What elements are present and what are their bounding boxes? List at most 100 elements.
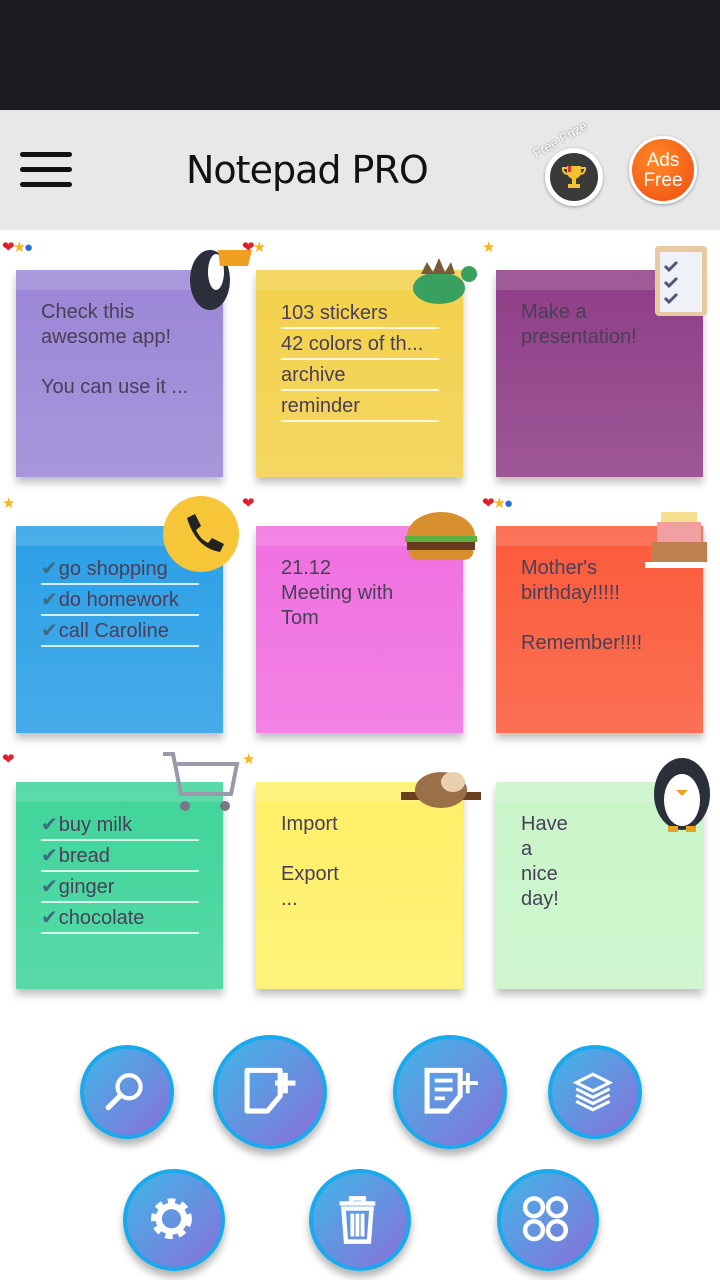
note-line: a [521, 837, 703, 862]
note-line: Meeting with [281, 581, 463, 606]
note-text: 42 colors of th... [281, 333, 424, 355]
note-text: go shopping [58, 558, 168, 580]
clipboard-sticker-icon [651, 240, 711, 325]
note-text: You can use it ... [41, 376, 189, 398]
layers-icon [572, 1072, 614, 1112]
check-icon: ✔ [41, 876, 58, 898]
note-text: Export [281, 863, 339, 885]
note-line: nice [521, 862, 703, 887]
note-text: birthday!!!!! [521, 582, 620, 604]
trash-icon [339, 1196, 376, 1244]
note-badges: ❤ [242, 494, 255, 512]
note-text: do homework [58, 589, 179, 611]
ads-free-button[interactable]: Ads Free [629, 136, 697, 204]
note-text: archive [281, 364, 346, 386]
phone-sticker-icon [161, 494, 241, 579]
note-line: 42 colors of th... [281, 329, 439, 360]
new-note-button[interactable] [213, 1035, 327, 1149]
app-title: Notepad PRO [186, 148, 429, 192]
check-icon: ✔ [41, 589, 58, 611]
dinosaur-sticker-icon [401, 250, 481, 315]
new-note-icon [244, 1067, 296, 1114]
note-line: awesome app! [41, 325, 223, 350]
note-badges: ❤★● [482, 494, 513, 512]
note-text: Meeting with [281, 582, 394, 604]
sloth-sticker-icon [401, 762, 481, 827]
trash-button[interactable] [309, 1169, 411, 1271]
check-icon: ✔ [41, 814, 58, 836]
note-line: presentation! [521, 325, 703, 350]
note-text: awesome app! [41, 326, 172, 348]
heart-icon: ❤ [242, 239, 255, 256]
note-text: Make a [521, 301, 587, 323]
note-line: birthday!!!!! [521, 581, 703, 606]
note-text: ginger [58, 876, 115, 898]
bell-icon: ● [504, 495, 513, 512]
search-button[interactable] [80, 1045, 174, 1139]
gear-icon [151, 1198, 192, 1240]
check-icon: ✔ [41, 845, 58, 867]
note-text: Remember!!!! [521, 632, 643, 654]
note-line: archive [281, 360, 439, 391]
note-text: ... [281, 888, 298, 910]
note-text: day! [521, 888, 559, 910]
free-prize-button[interactable] [545, 148, 603, 206]
penguin-sticker-icon [644, 750, 720, 839]
note-badges: ❤★ [242, 238, 267, 256]
search-icon [105, 1073, 143, 1111]
note-text: 21.12 [281, 557, 332, 579]
note-text: bread [58, 845, 110, 867]
note-text: Check this [41, 301, 135, 323]
heart-icon: ❤ [2, 751, 15, 768]
star-icon: ★ [492, 495, 507, 512]
menu-button[interactable] [20, 152, 72, 188]
apps-button[interactable] [497, 1169, 599, 1271]
new-list-button[interactable] [393, 1035, 507, 1149]
note-text: Mother's [521, 557, 598, 579]
note-line [281, 837, 463, 862]
star-icon: ★ [12, 239, 27, 256]
note-badges: ❤ [2, 750, 15, 768]
note-text: Import [281, 813, 338, 835]
note-text: 103 stickers [281, 302, 388, 324]
note-text: Tom [281, 607, 319, 629]
note-line: ✔ginger [41, 872, 199, 903]
heart-icon: ❤ [242, 495, 255, 512]
cake-sticker-icon [641, 498, 717, 579]
note-line: Remember!!!! [521, 631, 703, 656]
note-line: ✔bread [41, 841, 199, 872]
note-badges: ★ [242, 750, 256, 768]
note-line [521, 606, 703, 631]
check-icon: ✔ [41, 558, 58, 580]
note-badges: ★ [482, 238, 496, 256]
note-badges: ★ [2, 494, 16, 512]
check-icon: ✔ [41, 907, 58, 929]
note-text: Have [521, 813, 568, 835]
note-text: buy milk [58, 814, 133, 836]
note-badges: ❤★● [2, 238, 33, 256]
note-line [41, 350, 223, 375]
note-line: reminder [281, 391, 439, 422]
layers-button[interactable] [548, 1045, 642, 1139]
bell-icon: ● [24, 239, 33, 256]
settings-button[interactable] [123, 1169, 225, 1271]
trophy-icon [561, 166, 587, 188]
heart-icon: ❤ [482, 495, 495, 512]
note-text: nice [521, 863, 558, 885]
star-icon: ★ [242, 751, 256, 768]
star-icon: ★ [252, 239, 267, 256]
note-line: Tom [281, 606, 463, 631]
note-text: call Caroline [58, 620, 169, 642]
heart-icon: ❤ [2, 239, 15, 256]
note-line: ✔do homework [41, 585, 199, 616]
star-icon: ★ [482, 239, 496, 256]
apps-icon [522, 1196, 569, 1242]
note-text: reminder [281, 395, 360, 417]
new-list-icon [424, 1067, 478, 1114]
note-text: a [521, 838, 533, 860]
note-line: day! [521, 887, 703, 912]
note-text: presentation! [521, 326, 637, 348]
note-line: You can use it ... [41, 375, 223, 400]
note-text: chocolate [58, 907, 145, 929]
note-line: ... [281, 887, 463, 912]
